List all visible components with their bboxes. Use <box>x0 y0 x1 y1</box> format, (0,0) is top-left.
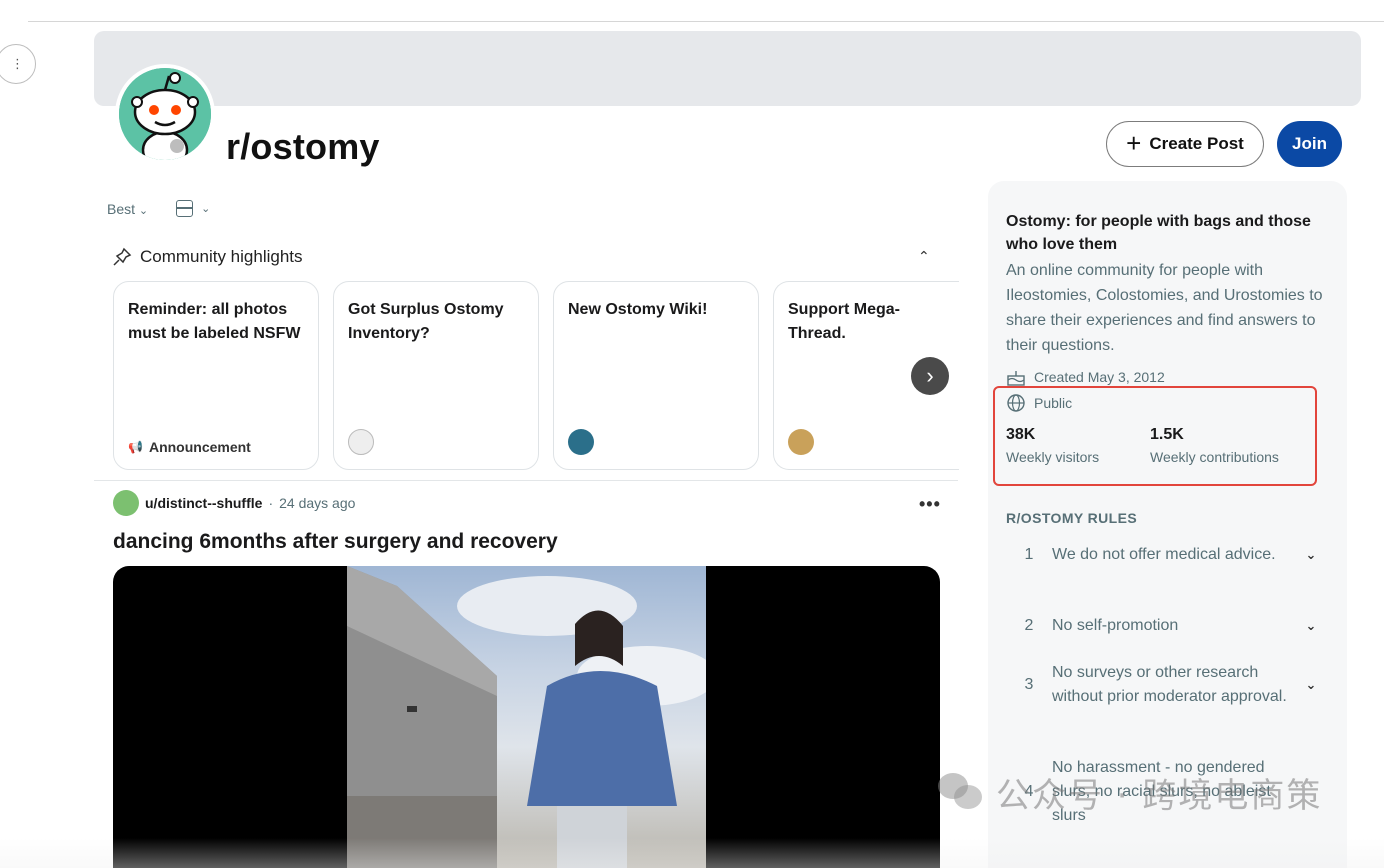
carousel-next-button[interactable]: › <box>911 357 949 395</box>
post-meta: u/distinct--shuffle · 24 days ago <box>113 490 355 516</box>
highlight-card[interactable]: New Ostomy Wiki! <box>553 281 759 470</box>
collapse-icon: ⋮ <box>11 56 24 71</box>
feed-divider <box>94 480 958 481</box>
highlight-footer: 📢 Announcement <box>128 439 251 455</box>
post-video[interactable] <box>113 566 940 868</box>
video-thumbnail <box>347 566 706 868</box>
megaphone-icon: 📢 <box>128 440 143 454</box>
more-options-icon[interactable]: ••• <box>919 494 941 515</box>
create-post-label: Create Post <box>1149 134 1244 153</box>
community-highlights-header: Community highlights <box>112 247 303 267</box>
rule-text: We do not offer medical advice. <box>1052 546 1276 563</box>
highlight-title: Got Surplus Ostomy Inventory? <box>348 301 504 342</box>
sidebar-description: An online community for people with Ileo… <box>1006 262 1323 354</box>
rule-item[interactable]: 1 We do not offer medical advice. ⌄ <box>1006 543 1326 567</box>
chevron-down-icon: ⌄ <box>1305 547 1317 562</box>
sort-label: Best <box>107 200 136 217</box>
watermark: 公众号 · 跨境电商策 <box>938 768 1322 817</box>
rule-number: 2 <box>1024 617 1034 634</box>
chevron-down-icon: ⌄ <box>1305 618 1317 633</box>
created-label: Created May 3, 2012 <box>1034 369 1165 385</box>
rules-heading: R/OSTOMY RULES <box>1006 510 1138 526</box>
chevron-down-icon: ⌄ <box>1305 677 1317 692</box>
sidebar-title: Ostomy: for people with bags and those w… <box>1006 213 1311 253</box>
rule-item[interactable]: 2 No self-promotion ⌄ <box>1006 614 1326 638</box>
post-author[interactable]: u/distinct--shuffle <box>145 495 262 511</box>
chevron-down-icon: ⌄ <box>138 204 149 217</box>
created-date: Created May 3, 2012 <box>1006 368 1165 386</box>
author-avatar <box>568 429 594 455</box>
highlight-card[interactable]: Reminder: all photos must be labeled NSF… <box>113 281 319 470</box>
rule-item[interactable]: 3 No surveys or other research without p… <box>1006 661 1326 709</box>
user-avatar[interactable] <box>113 490 139 516</box>
highlights-heading: Community highlights <box>140 247 303 266</box>
rule-number: 3 <box>1024 676 1034 693</box>
create-post-button[interactable]: + Create Post <box>1106 121 1264 167</box>
chevron-right-icon: › <box>926 363 934 388</box>
meta-separator: · <box>268 495 274 511</box>
author-avatar <box>348 429 374 455</box>
chevron-down-icon[interactable]: ⌄ <box>201 202 210 215</box>
highlight-title: Reminder: all photos must be labeled NSF… <box>128 301 301 342</box>
announcement-label: Announcement <box>148 439 251 455</box>
highlight-title: New Ostomy Wiki! <box>568 301 708 318</box>
post-age: 24 days ago <box>279 495 356 511</box>
highlight-box <box>993 386 1317 486</box>
view-layout-icon[interactable] <box>176 200 194 217</box>
chevron-up-icon[interactable]: ⌃ <box>918 248 930 265</box>
sort-dropdown[interactable]: Best ⌄ <box>107 201 148 217</box>
community-banner <box>94 31 1361 106</box>
top-divider <box>28 21 1384 22</box>
video-frame <box>347 566 706 868</box>
cake-icon <box>1007 371 1025 386</box>
rule-text: No self-promotion <box>1052 617 1179 634</box>
sidebar-toggle-button[interactable]: ⋮ <box>0 44 36 84</box>
highlight-card[interactable]: Got Surplus Ostomy Inventory? <box>333 281 539 470</box>
community-title: r/ostomy <box>226 126 380 167</box>
author-avatar <box>788 429 814 455</box>
join-button[interactable]: Join <box>1277 121 1342 167</box>
post-title[interactable]: dancing 6months after surgery and recove… <box>113 530 558 554</box>
watermark-text: 公众号 · 跨境电商策 <box>996 776 1323 816</box>
rule-text: No surveys or other research without pri… <box>1052 664 1287 705</box>
plus-icon: + <box>1126 128 1142 158</box>
rule-number: 1 <box>1024 546 1034 563</box>
community-avatar <box>115 64 215 164</box>
wechat-icon <box>938 772 984 813</box>
feed-controls: Best ⌄ ⌄ <box>107 200 210 217</box>
highlight-title: Support Mega-Thread. <box>788 301 900 342</box>
pin-icon <box>113 247 132 266</box>
snoo-icon <box>119 68 211 160</box>
